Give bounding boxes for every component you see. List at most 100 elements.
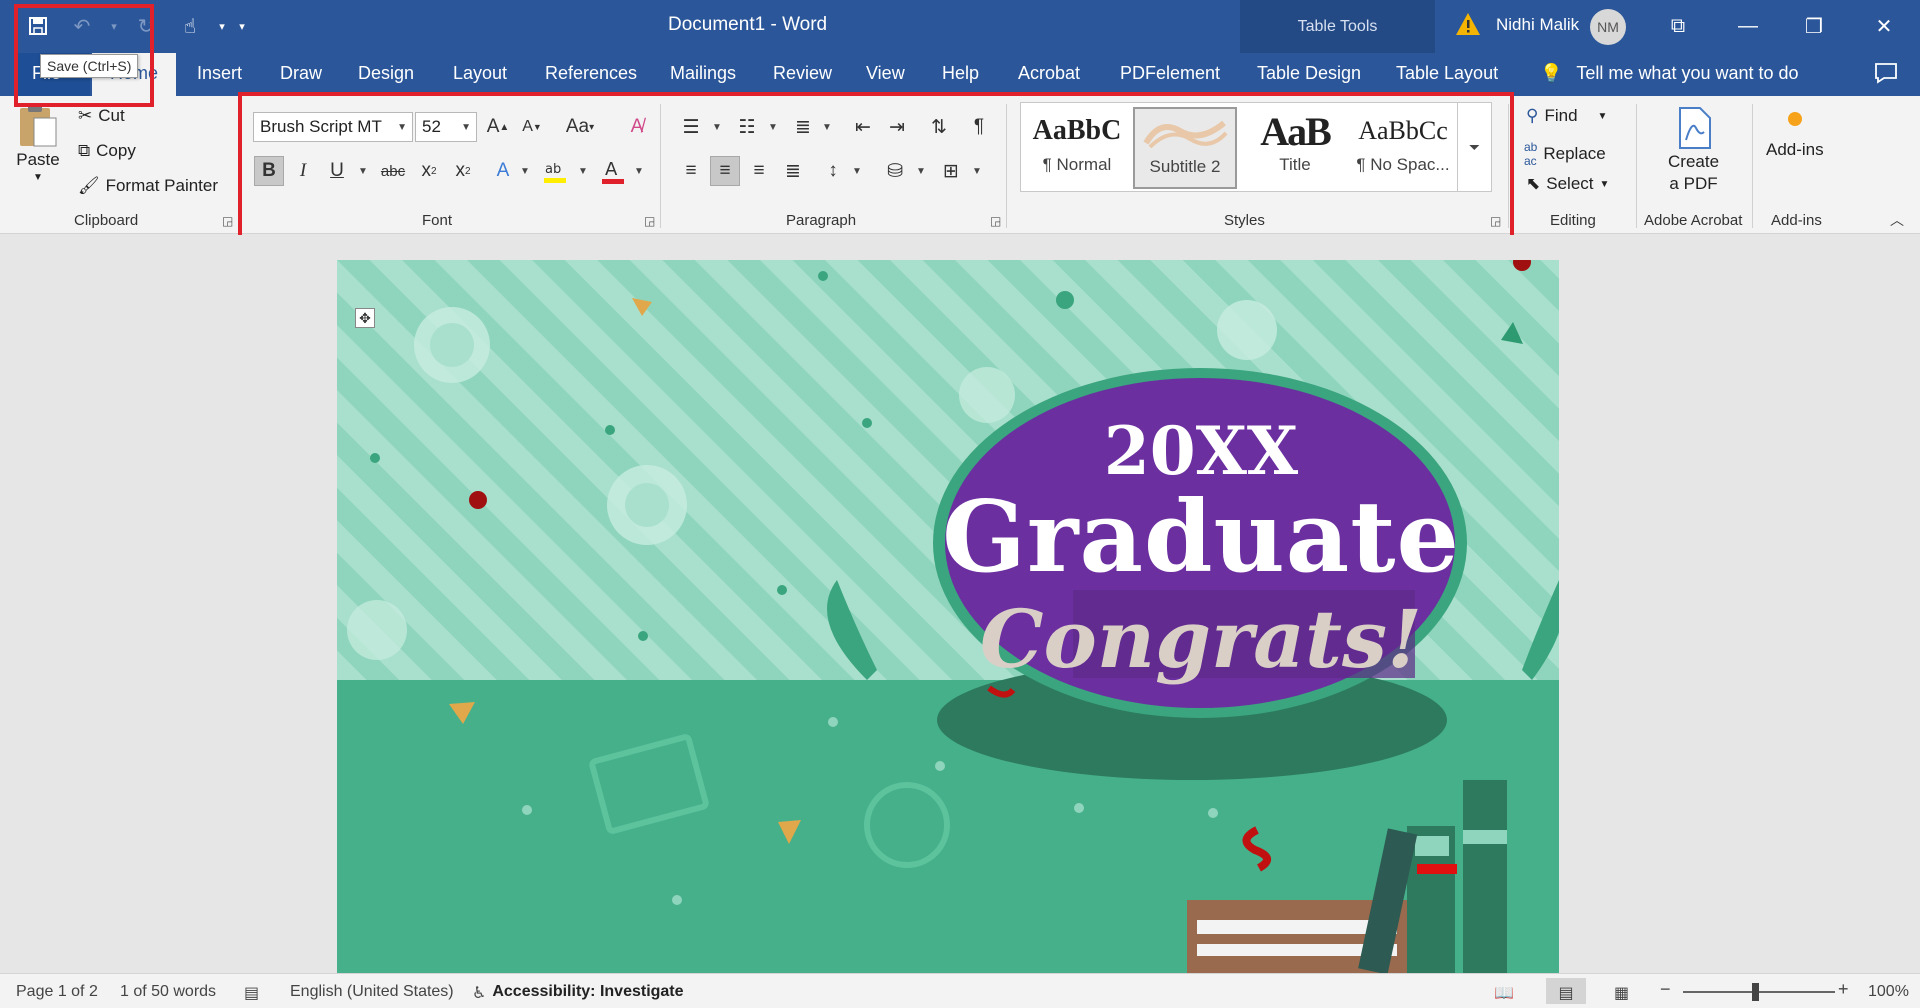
user-name[interactable]: Nidhi Malik xyxy=(1496,15,1579,35)
tab-design[interactable]: Design xyxy=(358,63,414,84)
banner-year: 20XX xyxy=(1103,412,1299,490)
divider xyxy=(1752,104,1753,228)
comments-icon[interactable] xyxy=(1874,62,1898,84)
warning-icon[interactable] xyxy=(1455,12,1481,36)
lightbulb-icon: 💡 xyxy=(1540,63,1563,83)
chevron-down-icon: ▼ xyxy=(33,172,43,183)
find-label: Find xyxy=(1544,106,1578,125)
addins-button[interactable]: Add-ins xyxy=(1766,112,1824,160)
copy-label: Copy xyxy=(96,141,136,160)
table-move-handle[interactable]: ✥ xyxy=(355,308,375,328)
restore-button[interactable]: ❐ xyxy=(1794,8,1834,44)
cut-button[interactable]: ✂ Cut xyxy=(78,106,125,126)
ribbon-display-icon: ⧉ xyxy=(1670,14,1686,37)
zoom-level[interactable]: 100% xyxy=(1868,983,1909,1001)
highlight-box-save xyxy=(14,4,154,107)
tab-insert[interactable]: Insert xyxy=(197,63,242,84)
replace-label: Replace xyxy=(1543,144,1606,163)
select-button[interactable]: ⬉ Select ▼ xyxy=(1526,174,1609,194)
create-pdf-label-1: Create xyxy=(1668,152,1720,171)
tell-me-text: Tell me what you want to do xyxy=(1576,63,1799,83)
title-bar: ↶ ▾ ↻ ☝ ▾ ▾ Document1 - Word Table Tools… xyxy=(0,0,1920,53)
chevron-down-icon: ▼ xyxy=(1597,110,1608,122)
ribbon-tabs: File Home Insert Draw Design Layout Refe… xyxy=(0,53,1920,96)
web-layout-icon[interactable]: ▦ xyxy=(1614,983,1629,1003)
minimize-button[interactable]: — xyxy=(1728,8,1768,44)
restore-icon: ❐ xyxy=(1805,15,1823,38)
zoom-out-button[interactable]: − xyxy=(1660,979,1671,1000)
scissors-icon: ✂ xyxy=(78,106,93,125)
tab-acrobat[interactable]: Acrobat xyxy=(1018,63,1080,84)
touch-mode-dropdown[interactable]: ▾ xyxy=(214,10,230,42)
banner-headline: Graduate xyxy=(942,480,1460,595)
tab-references[interactable]: References xyxy=(545,63,637,84)
divider xyxy=(1636,104,1637,228)
tab-pdfelement[interactable]: PDFelement xyxy=(1120,63,1220,84)
language[interactable]: English (United States) xyxy=(290,983,454,1001)
addins-group-label: Add-ins xyxy=(1771,212,1822,229)
acrobat-group-label: Adobe Acrobat xyxy=(1644,212,1743,229)
chevron-down-icon: ▼ xyxy=(1599,178,1610,190)
tab-help[interactable]: Help xyxy=(942,63,979,84)
customize-qat-button[interactable]: ▾ xyxy=(234,10,250,42)
tab-draw[interactable]: Draw xyxy=(280,63,322,84)
title-separator: - xyxy=(770,14,777,35)
accessibility-icon: ♿ xyxy=(472,985,487,1002)
document-name: Document1 xyxy=(668,14,766,35)
ribbon-display-options-button[interactable]: ⧉ xyxy=(1658,8,1698,44)
paintbrush-icon: 🖌 xyxy=(78,176,100,195)
accessibility-label: Accessibility: Investigate xyxy=(492,983,684,1000)
avatar[interactable]: NM xyxy=(1590,9,1626,45)
banner-tagline[interactable]: Congrats! xyxy=(865,592,1537,686)
print-layout-icon[interactable]: ▤ xyxy=(1546,978,1586,1004)
tab-table-design[interactable]: Table Design xyxy=(1257,63,1361,84)
accessibility-checker[interactable]: ♿ Accessibility: Investigate xyxy=(472,983,684,1003)
word-count[interactable]: 1 of 50 words xyxy=(120,983,216,1001)
tab-layout[interactable]: Layout xyxy=(453,63,507,84)
zoom-slider-thumb[interactable] xyxy=(1752,983,1759,1001)
paste-label: Paste xyxy=(16,150,60,169)
app-name: Word xyxy=(782,14,828,35)
tab-mailings[interactable]: Mailings xyxy=(670,63,736,84)
paste-button[interactable]: Paste ▼ xyxy=(16,102,60,183)
tab-view[interactable]: View xyxy=(866,63,905,84)
chevron-up-icon: ︿ xyxy=(1890,212,1904,228)
pdf-icon xyxy=(1678,107,1711,149)
document-page[interactable]: 20XX Graduate Congrats! ✥ xyxy=(337,260,1559,973)
tab-table-layout[interactable]: Table Layout xyxy=(1396,63,1498,84)
addins-label: Add-ins xyxy=(1766,140,1824,159)
select-label: Select xyxy=(1546,174,1594,193)
page-count[interactable]: Page 1 of 2 xyxy=(16,983,98,1001)
move-icon: ✥ xyxy=(359,309,371,326)
clipboard-launcher-icon[interactable]: ◲ xyxy=(222,214,233,228)
read-mode-icon[interactable]: 📖 xyxy=(1494,983,1514,1003)
proofing-icon[interactable]: ▤ xyxy=(244,983,259,1003)
clipboard-icon xyxy=(20,104,57,147)
collapse-ribbon-button[interactable]: ︿ xyxy=(1890,210,1904,230)
touch-icon: ☝ xyxy=(183,15,197,38)
window-title: Document1 - Word xyxy=(668,14,827,36)
editing-group-label: Editing xyxy=(1550,212,1596,229)
cut-label: Cut xyxy=(98,106,125,125)
tab-review[interactable]: Review xyxy=(773,63,832,84)
format-painter-label: Format Painter xyxy=(105,176,219,195)
close-button[interactable]: ✕ xyxy=(1864,8,1904,44)
zoom-slider[interactable] xyxy=(1683,991,1835,993)
tell-me-search[interactable]: 💡 Tell me what you want to do xyxy=(1540,63,1799,84)
create-pdf-label-2: a PDF xyxy=(1669,174,1718,193)
copy-button[interactable]: ⧉ Copy xyxy=(78,141,136,161)
format-painter-button[interactable]: 🖌 Format Painter xyxy=(78,176,218,196)
close-icon: ✕ xyxy=(1875,15,1893,38)
highlight-box-ribbon xyxy=(238,92,1514,247)
cursor-icon: ⬉ xyxy=(1526,174,1541,193)
replace-button[interactable]: ab ac Replace xyxy=(1524,140,1606,168)
zoom-in-button[interactable]: + xyxy=(1838,979,1849,1000)
addins-icon xyxy=(1787,112,1802,126)
touch-mode-button[interactable]: ☝ xyxy=(170,10,210,42)
document-canvas: 20XX Graduate Congrats! ✥ xyxy=(0,235,1920,973)
find-button[interactable]: ⚲ Find ▼ xyxy=(1526,106,1607,126)
replace-icon: ab ac xyxy=(1524,140,1538,168)
magnifier-icon: ⚲ xyxy=(1526,106,1539,125)
copy-icon: ⧉ xyxy=(78,141,91,160)
create-pdf-button[interactable]: Create a PDF xyxy=(1668,106,1719,194)
